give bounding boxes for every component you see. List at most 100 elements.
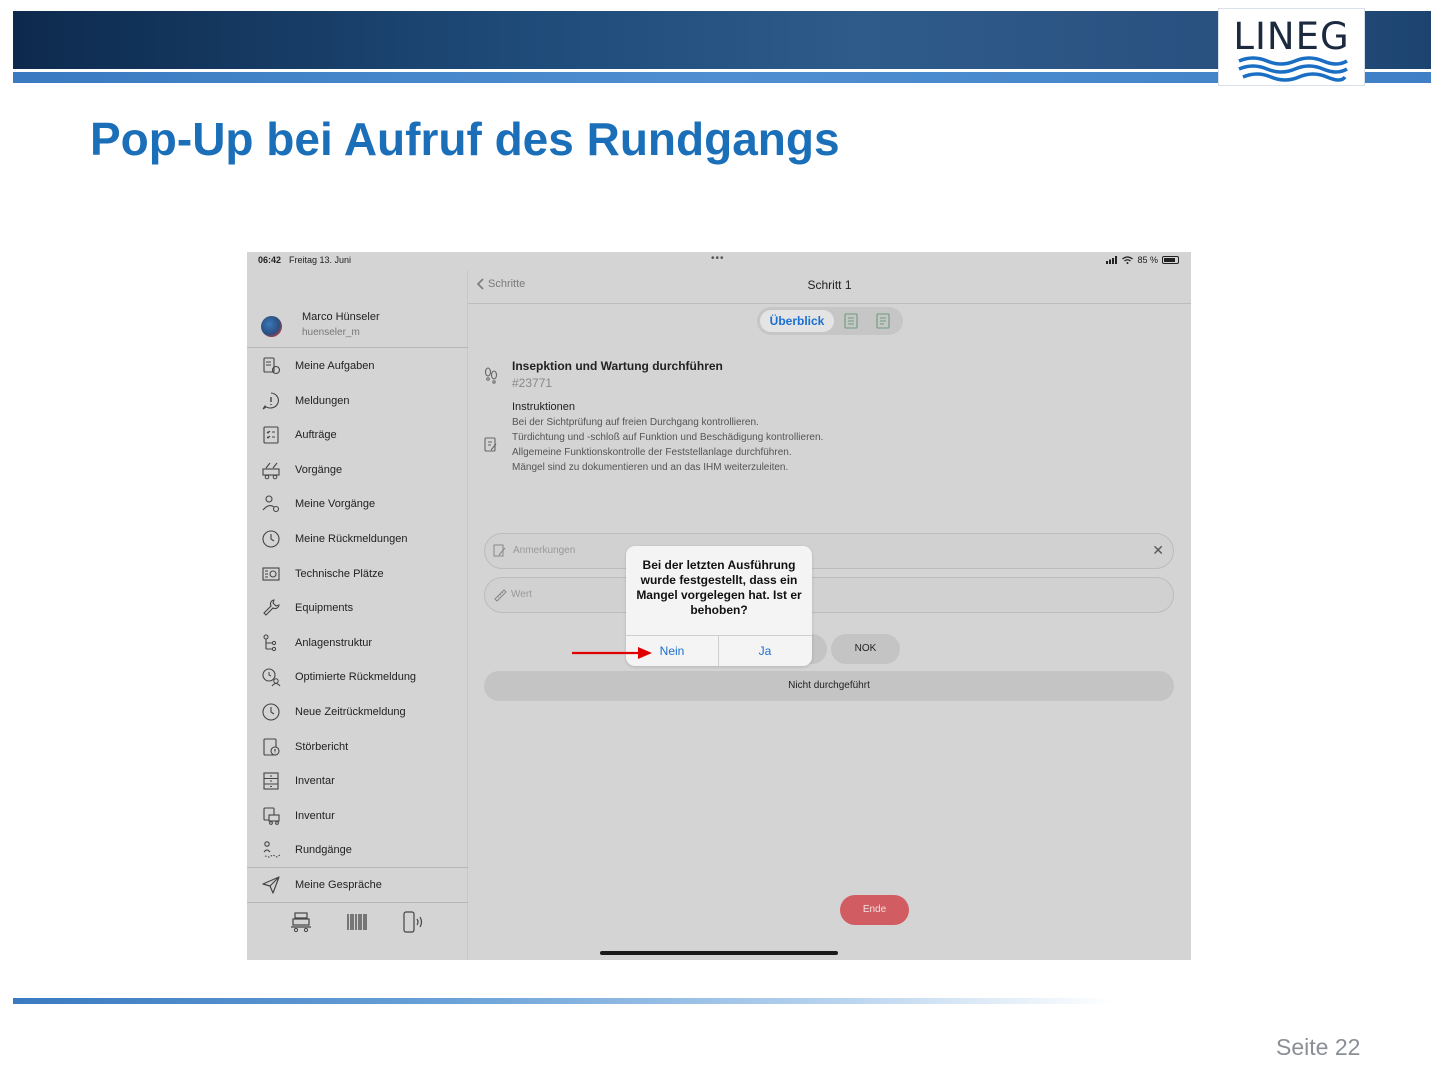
sidebar-item-vorgaenge[interactable]: Vorgänge	[247, 453, 468, 487]
user-gear-icon	[262, 495, 280, 513]
clock-user-icon	[262, 668, 281, 687]
machine-icon	[262, 567, 280, 581]
document-list-icon[interactable]	[843, 312, 859, 330]
sidebar-item-technische-plaetze[interactable]: Technische Plätze	[247, 557, 468, 591]
logo-text: LINEG	[1233, 15, 1350, 58]
sidebar: Marco Hünseler huenseler_m Meine Aufgabe…	[247, 270, 468, 960]
waves-icon	[1238, 56, 1348, 82]
sidebar-item-label: Inventur	[295, 809, 335, 822]
inventory-cart-icon[interactable]	[289, 910, 313, 934]
multitask-dots-icon[interactable]: •••	[711, 253, 725, 264]
sidebar-item-label: Meine Aufgaben	[295, 360, 375, 372]
note-edit-icon	[493, 544, 506, 557]
sidebar-item-label: Meine Gespräche	[295, 879, 382, 891]
sidebar-item-label: Neue Zeitrückmeldung	[295, 706, 406, 718]
task-title: Insepktion und Wartung durchführen	[512, 359, 723, 373]
instruction-line: Bei der Sichtprüfung auf freien Durchgan…	[512, 417, 759, 428]
sidebar-item-meine-aufgaben[interactable]: Meine Aufgaben	[247, 349, 468, 383]
lineg-logo: LINEG	[1218, 8, 1365, 86]
value-field[interactable]: Wert	[484, 577, 1174, 613]
wrench-icon	[263, 599, 280, 616]
not-done-button[interactable]: Nicht durchgeführt	[484, 671, 1174, 701]
sidebar-item-stoerbericht[interactable]: Störbericht	[247, 730, 468, 764]
cabinet-icon	[263, 772, 279, 790]
yes-button[interactable]: Ja	[719, 636, 811, 666]
status-time: 06:42	[258, 255, 282, 265]
vehicle-tools-icon	[262, 462, 280, 480]
sidebar-item-meine-vorgaenge[interactable]: Meine Vorgänge	[247, 487, 468, 521]
route-walk-icon	[263, 841, 281, 859]
slide: LINEG Pop-Up bei Aufruf des Rundgangs 06…	[0, 0, 1440, 1080]
sidebar-item-label: Aufträge	[295, 429, 337, 442]
sidebar-item-inventur[interactable]: Inventur	[247, 799, 468, 833]
home-indicator[interactable]	[600, 951, 838, 955]
sidebar-item-label: Rundgänge	[295, 844, 352, 857]
main-header: Schritte Schritt 1	[468, 270, 1191, 304]
clock-icon	[262, 530, 280, 548]
status-indicators: 85 %	[1106, 255, 1179, 265]
sidebar-item-inventar[interactable]: Inventar	[247, 764, 468, 798]
instructions-edit-icon	[484, 437, 497, 452]
instruction-line: Mängel sind zu dokumentieren und an das …	[512, 462, 789, 473]
page-title: Schritt 1	[807, 278, 852, 292]
ipad-screenshot: 06:42 Freitag 13. Juni ••• 85 % Marco Hü…	[247, 252, 1191, 960]
divider	[247, 902, 468, 903]
user-profile[interactable]: Marco Hünseler huenseler_m	[247, 300, 468, 348]
sidebar-item-neue-zeitrueckmeldung[interactable]: Neue Zeitrückmeldung	[247, 695, 468, 729]
sidebar-item-label: Optimierte Rückmeldung	[295, 671, 417, 684]
sidebar-item-label: Technische Plätze	[295, 567, 384, 580]
view-segmented-control: Überblick	[757, 307, 903, 335]
battery-icon	[1162, 256, 1179, 264]
clock-icon	[262, 703, 280, 721]
sidebar-item-equipments[interactable]: Equipments	[247, 591, 468, 625]
user-name: Marco Hünseler	[302, 311, 380, 323]
remarks-field[interactable]: Anmerkungen ✕	[484, 533, 1174, 569]
close-icon[interactable]: ✕	[1152, 542, 1164, 559]
task-id: #23771	[512, 376, 553, 390]
sidebar-item-meldungen[interactable]: Meldungen	[247, 384, 468, 418]
inventory-icon	[263, 807, 280, 825]
footprints-icon	[484, 367, 498, 384]
nfc-phone-icon[interactable]	[401, 910, 425, 934]
sidebar-item-label: Inventar	[295, 775, 335, 788]
slide-title: Pop-Up bei Aufruf des Rundgangs	[90, 113, 840, 165]
instruction-line: Türdichtung und -schloß auf Funktion und…	[512, 432, 824, 443]
instruction-line: Allgemeine Funktionskontrolle der Festst…	[512, 447, 792, 458]
barcode-icon[interactable]	[345, 910, 369, 934]
sidebar-item-rundgaenge[interactable]: Rundgänge	[247, 833, 468, 867]
sidebar-item-label: Meine Rückmeldungen	[295, 533, 408, 545]
footer-line	[13, 998, 1113, 1004]
sidebar-item-meine-rueckmeldungen[interactable]: Meine Rückmeldungen	[247, 522, 468, 556]
send-icon	[262, 876, 280, 894]
end-button[interactable]: Ende	[840, 895, 909, 925]
value-placeholder: Wert	[511, 589, 532, 600]
user-id: huenseler_m	[302, 327, 360, 338]
sidebar-item-label: Meine Vorgänge	[295, 498, 376, 511]
sidebar-item-optimierte-rueckmeldung[interactable]: Optimierte Rückmeldung	[247, 660, 468, 694]
sidebar-item-auftraege[interactable]: Aufträge	[247, 418, 468, 452]
avatar[interactable]	[261, 316, 282, 337]
document-check-icon[interactable]	[875, 312, 891, 330]
status-date: Freitag 13. Juni	[289, 255, 352, 265]
red-arrow-annotation	[572, 647, 652, 659]
signal-icon	[1106, 256, 1118, 264]
page-number: Seite 22	[1276, 1034, 1361, 1060]
segment-ueberblick[interactable]: Überblick	[760, 310, 834, 332]
sidebar-item-label: Meldungen	[295, 394, 350, 407]
wifi-icon	[1122, 256, 1134, 264]
speech-alert-icon	[262, 392, 279, 410]
tasks-icon	[263, 357, 281, 375]
sidebar-item-label: Anlagenstruktur	[295, 636, 373, 649]
report-warning-icon	[263, 738, 280, 756]
remarks-placeholder: Anmerkungen	[513, 545, 576, 556]
nok-button[interactable]: NOK	[831, 634, 900, 664]
dialog-message: Bei der letzten Ausführung wurde festges…	[636, 558, 802, 617]
ruler-icon	[494, 589, 507, 602]
status-bar: 06:42 Freitag 13. Juni ••• 85 %	[247, 252, 1191, 270]
battery-percent: 85 %	[1137, 255, 1158, 265]
sidebar-item-anlagenstruktur[interactable]: Anlagenstruktur	[247, 626, 468, 660]
tree-structure-icon	[263, 634, 277, 651]
sidebar-item-meine-gespraeche[interactable]: Meine Gespräche	[247, 868, 468, 902]
sidebar-item-label: Equipments	[295, 602, 354, 615]
bottom-toolbar	[247, 910, 468, 938]
